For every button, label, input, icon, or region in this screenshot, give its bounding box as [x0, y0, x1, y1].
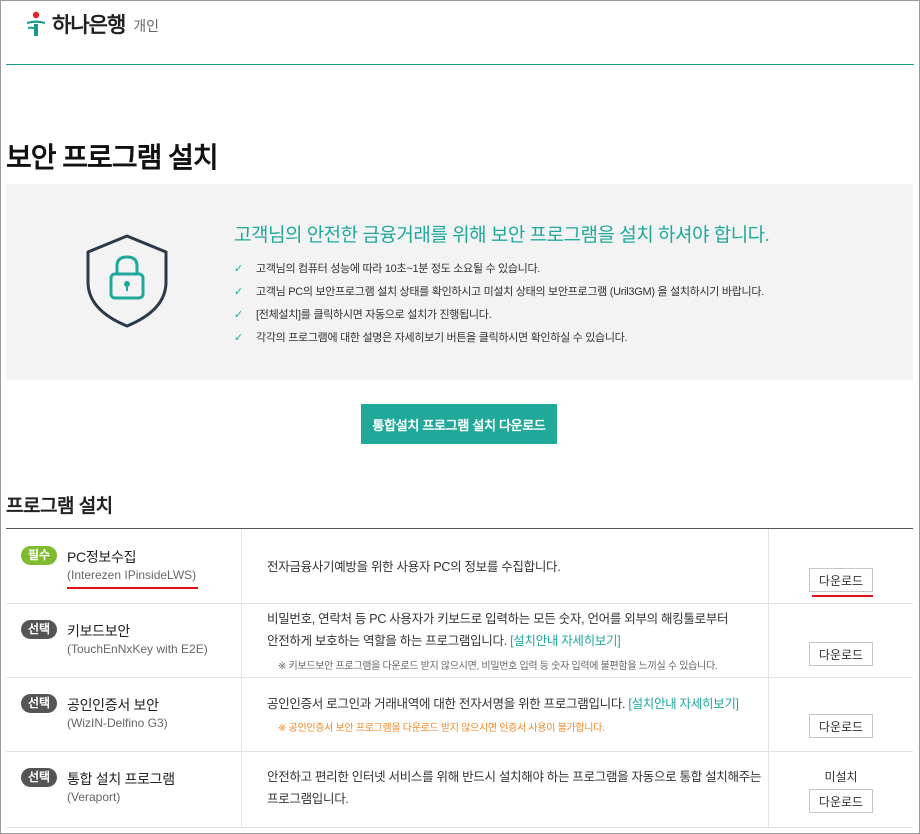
download-button[interactable]: 다운로드	[809, 714, 873, 738]
program-desc-cell: 공인인증서 로그인과 거래내역에 대한 전자서명을 위한 프로그램입니다. [설…	[242, 678, 769, 751]
annotation-underline	[812, 595, 873, 597]
shield-lock-icon	[82, 232, 172, 335]
program-name-cell: 필수 PC정보수집 (Interezen IPinsideLWS)	[6, 529, 242, 603]
program-action-cell: 다운로드	[769, 529, 913, 603]
program-description: 비밀번호, 연락처 등 PC 사용자가 키보드로 입력하는 모든 숫자, 언어를…	[267, 612, 729, 648]
install-guide-link[interactable]: [설치안내 자세히보기]	[510, 634, 621, 648]
program-name-cell: 선택 통합 설치 프로그램 (Veraport)	[6, 752, 242, 827]
notice-list: ✓ 고객님의 컴퓨터 성능에 따라 10초~1분 정도 소요될 수 있습니다. ✓…	[234, 262, 764, 354]
program-name: 공인인증서 보안	[67, 697, 159, 713]
section-label: 개인	[133, 18, 160, 34]
program-desc-cell: 비밀번호, 연락처 등 PC 사용자가 키보드로 입력하는 모든 숫자, 언어를…	[242, 604, 769, 677]
optional-badge: 선택	[21, 620, 58, 639]
program-action-cell: 다운로드	[769, 678, 913, 751]
bank-logo[interactable]: 하나은행 개인	[24, 9, 159, 39]
program-table: 필수 PC정보수집 (Interezen IPinsideLWS) 전자금융사기…	[6, 528, 913, 828]
notice-item: ✓ 고객님 PC의 보안프로그램 설치 상태를 확인하시고 미설치 상태의 보안프…	[234, 286, 764, 298]
annotation-underline	[67, 587, 198, 589]
program-action-cell: 다운로드	[769, 604, 913, 677]
program-module: (Veraport)	[67, 790, 121, 804]
program-module: (WizIN-Delfino G3)	[67, 716, 168, 730]
download-button[interactable]: 다운로드	[809, 789, 873, 813]
check-icon: ✓	[234, 263, 243, 275]
notice-item: ✓ [전체설치]를 클릭하시면 자동으로 설치가 진행됩니다.	[234, 309, 492, 321]
install-guide-link[interactable]: [설치안내 자세히보기]	[628, 697, 739, 711]
table-row: 필수 PC정보수집 (Interezen IPinsideLWS) 전자금융사기…	[6, 529, 913, 604]
program-name: 통합 설치 프로그램	[67, 771, 175, 787]
table-row: 선택 키보드보안 (TouchEnNxKey with E2E) 비밀번호, 연…	[6, 604, 913, 678]
program-description: 전자금융사기예방을 위한 사용자 PC의 정보를 수집합니다.	[267, 560, 561, 574]
notice-item: ✓ 각각의 프로그램에 대한 설명은 자세히보기 버튼을 클릭하시면 확인하실 수…	[234, 332, 628, 344]
install-all-download-button[interactable]: 통합설치 프로그램 설치 다운로드	[361, 404, 557, 444]
section-title: 프로그램 설치	[6, 496, 113, 517]
program-name: 키보드보안	[67, 623, 130, 639]
program-name: PC정보수집	[67, 549, 137, 565]
program-warning-note: ※ 공인인증서 보안 프로그램을 다운로드 받지 않으시면 인증서 사용이 불가…	[278, 723, 605, 734]
program-description: 공인인증서 로그인과 거래내역에 대한 전자서명을 위한 프로그램입니다. [설…	[267, 697, 739, 711]
program-desc-cell: 전자금융사기예방을 위한 사용자 PC의 정보를 수집합니다.	[242, 529, 769, 603]
check-icon: ✓	[234, 286, 243, 298]
optional-badge: 선택	[21, 694, 58, 713]
header-divider	[6, 64, 914, 65]
program-note: ※ 키보드보안 프로그램을 다운로드 받지 않으시면, 비밀번호 입력 등 숫자…	[278, 661, 718, 672]
notice-title: 고객님의 안전한 금융거래를 위해 보안 프로그램을 설치 하셔야 합니다.	[234, 225, 770, 246]
hana-logo-icon	[24, 11, 48, 37]
page-title: 보안 프로그램 설치	[6, 142, 219, 173]
optional-badge: 선택	[21, 768, 58, 787]
install-status: 미설치	[824, 770, 858, 784]
notice-item: ✓ 고객님의 컴퓨터 성능에 따라 10초~1분 정도 소요될 수 있습니다.	[234, 263, 541, 275]
program-name-cell: 선택 키보드보안 (TouchEnNxKey with E2E)	[6, 604, 242, 677]
bank-name: 하나은행	[52, 14, 126, 37]
check-icon: ✓	[234, 309, 243, 321]
program-desc-cell: 안전하고 편리한 인터넷 서비스를 위해 반드시 설치해야 하는 프로그램을 자…	[242, 752, 769, 827]
program-module: (Interezen IPinsideLWS)	[67, 568, 197, 582]
check-icon: ✓	[234, 332, 243, 344]
program-module: (TouchEnNxKey with E2E)	[67, 642, 208, 656]
download-button[interactable]: 다운로드	[809, 568, 873, 592]
required-badge: 필수	[21, 546, 58, 565]
program-name-cell: 선택 공인인증서 보안 (WizIN-Delfino G3)	[6, 678, 242, 751]
table-row: 선택 통합 설치 프로그램 (Veraport) 안전하고 편리한 인터넷 서비…	[6, 752, 913, 828]
program-action-cell: 미설치 다운로드	[769, 752, 913, 827]
download-button[interactable]: 다운로드	[809, 642, 873, 666]
table-row: 선택 공인인증서 보안 (WizIN-Delfino G3) 공인인증서 로그인…	[6, 678, 913, 752]
notice-box: 고객님의 안전한 금융거래를 위해 보안 프로그램을 설치 하셔야 합니다. ✓…	[6, 184, 913, 380]
program-description: 안전하고 편리한 인터넷 서비스를 위해 반드시 설치해야 하는 프로그램을 자…	[267, 770, 762, 806]
